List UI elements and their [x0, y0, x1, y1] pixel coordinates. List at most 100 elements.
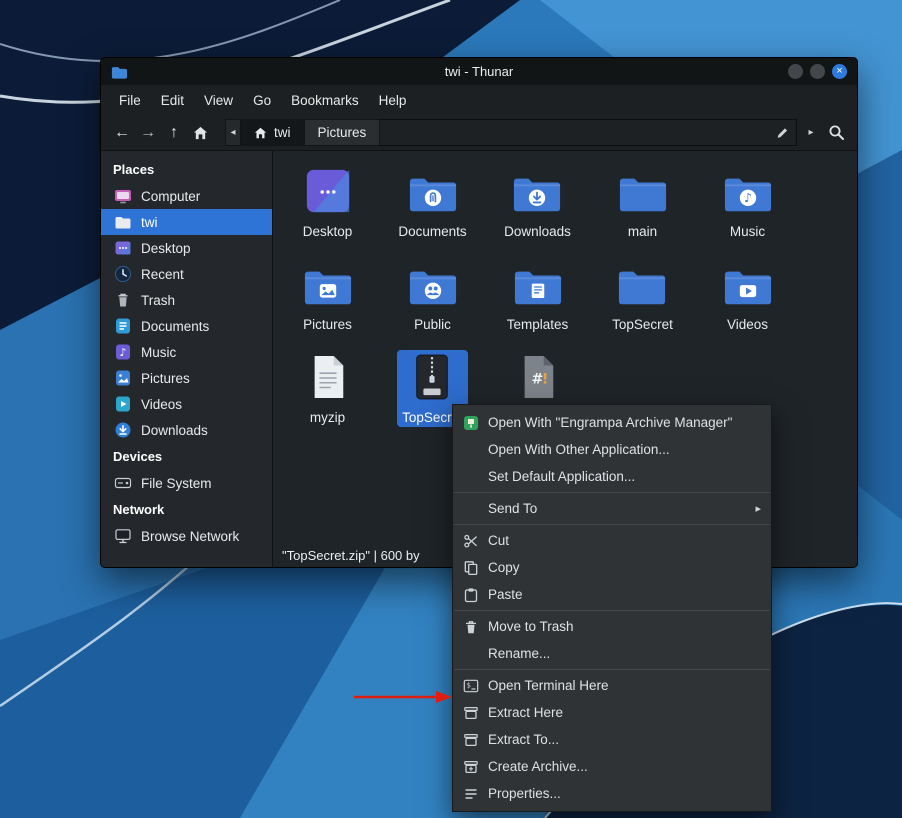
sidebar-item-twi[interactable]: twi: [101, 209, 272, 235]
file-label: Pictures: [303, 317, 352, 332]
sidebar-item-browse-network[interactable]: Browse Network: [101, 523, 272, 549]
breadcrumb-home[interactable]: twi: [241, 119, 305, 146]
text-file-icon: [307, 353, 349, 406]
context-item-move-to-trash[interactable]: Move to Trash: [453, 613, 771, 640]
sidebar-item-videos[interactable]: Videos: [101, 391, 272, 417]
sidebar-header-places: Places: [101, 156, 272, 183]
file-item-pictures[interactable]: Pictures: [275, 257, 380, 334]
file-item-downloads[interactable]: Downloads: [485, 164, 590, 241]
menubar: FileEditViewGoBookmarksHelp: [101, 85, 857, 115]
sidebar-item-label: Videos: [141, 397, 182, 412]
sidebar-item-label: File System: [141, 476, 212, 491]
back-button[interactable]: ←: [109, 119, 135, 147]
sidebar-item-label: Browse Network: [141, 529, 239, 544]
context-item-open-with-other-application[interactable]: Open With Other Application...: [453, 436, 771, 463]
context-item-extract-here[interactable]: Extract Here: [453, 699, 771, 726]
context-item-properties[interactable]: Properties...: [453, 780, 771, 807]
window-title: twi - Thunar: [101, 64, 857, 79]
context-item-paste[interactable]: Paste: [453, 581, 771, 608]
context-item-label: Paste: [488, 587, 523, 602]
folder-pictures-icon: [303, 266, 353, 313]
search-button[interactable]: [823, 119, 849, 147]
menu-help[interactable]: Help: [369, 85, 417, 115]
sidebar-item-trash[interactable]: Trash: [101, 287, 272, 313]
sidebar-item-music[interactable]: ♪Music: [101, 339, 272, 365]
sidebar-item-computer[interactable]: Computer: [101, 183, 272, 209]
context-item-rename[interactable]: Rename...: [453, 640, 771, 667]
computer-icon: [114, 187, 132, 205]
sidebar-item-desktop[interactable]: Desktop: [101, 235, 272, 261]
zip-file-icon: [411, 353, 453, 406]
sidebar-item-label: Computer: [141, 189, 200, 204]
maximize-button[interactable]: [810, 64, 825, 79]
forward-button[interactable]: →: [135, 119, 161, 147]
menu-bookmarks[interactable]: Bookmarks: [281, 85, 369, 115]
documents-place-icon: [114, 317, 132, 335]
context-item-open-with-engrampa-archive-manager[interactable]: Open With "Engrampa Archive Manager": [453, 409, 771, 436]
up-button[interactable]: ↑: [161, 119, 187, 147]
context-item-open-terminal-here[interactable]: $Open Terminal Here: [453, 672, 771, 699]
svg-text:!: !: [541, 372, 548, 388]
file-label: Documents: [398, 224, 466, 239]
submenu-arrow-icon: ▸: [755, 502, 761, 515]
folder-icon: [618, 173, 668, 220]
file-item-public[interactable]: Public: [380, 257, 485, 334]
close-button[interactable]: ×: [832, 64, 847, 79]
breadcrumb-scroll-right-icon[interactable]: ▸: [803, 119, 819, 146]
context-item-create-archive[interactable]: Create Archive...: [453, 753, 771, 780]
context-item-label: Set Default Application...: [488, 469, 635, 484]
menu-go[interactable]: Go: [243, 85, 281, 115]
file-item-videos[interactable]: Videos: [695, 257, 800, 334]
folder-documents-icon: [408, 173, 458, 220]
location-field[interactable]: [380, 119, 797, 146]
sidebar-item-documents[interactable]: Documents: [101, 313, 272, 339]
context-item-label: Open With "Engrampa Archive Manager": [488, 415, 732, 430]
titlebar[interactable]: twi - Thunar ×: [101, 58, 857, 85]
file-item-desktop[interactable]: Desktop: [275, 164, 380, 241]
file-item-music[interactable]: ♪Music: [695, 164, 800, 241]
properties-icon: [463, 786, 479, 802]
sidebar-item-label: Music: [141, 345, 176, 360]
home-button[interactable]: [187, 119, 213, 147]
file-item-myzip[interactable]: myzip: [275, 350, 380, 427]
context-item-send-to[interactable]: Send To▸: [453, 495, 771, 522]
network-icon: [114, 527, 132, 545]
menu-file[interactable]: File: [109, 85, 151, 115]
pictures-place-icon: [114, 369, 132, 387]
thunar-app-icon: [111, 65, 127, 79]
menu-view[interactable]: View: [194, 85, 243, 115]
context-item-extract-to[interactable]: Extract To...: [453, 726, 771, 753]
file-item-templates[interactable]: Templates: [485, 257, 590, 334]
sidebar-item-file-system[interactable]: File System: [101, 470, 272, 496]
context-item-label: Extract Here: [488, 705, 563, 720]
home-icon: [254, 127, 267, 139]
sidebar-item-downloads[interactable]: Downloads: [101, 417, 272, 443]
file-item-documents[interactable]: Documents: [380, 164, 485, 241]
folder-downloads-icon: [512, 173, 562, 220]
toolbar: ← → ↑ ◂ twi Pictures ▸: [101, 115, 857, 151]
context-item-label: Move to Trash: [488, 619, 574, 634]
menu-edit[interactable]: Edit: [151, 85, 194, 115]
search-icon: [828, 124, 845, 141]
cut-icon: [463, 533, 479, 549]
sidebar-item-recent[interactable]: Recent: [101, 261, 272, 287]
menu-separator: [454, 610, 770, 611]
svg-text:$: $: [467, 681, 471, 689]
context-item-label: Copy: [488, 560, 520, 575]
desktop-place-icon: [114, 239, 132, 257]
breadcrumb-scroll-left-icon[interactable]: ◂: [225, 119, 241, 146]
context-item-label: Cut: [488, 533, 509, 548]
menu-separator: [454, 669, 770, 670]
edit-location-icon: [775, 126, 789, 140]
sidebar-item-pictures[interactable]: Pictures: [101, 365, 272, 391]
file-item-topsecret[interactable]: TopSecret: [590, 257, 695, 334]
context-item-copy[interactable]: Copy: [453, 554, 771, 581]
copy-icon: [463, 560, 479, 576]
extract-icon: [463, 705, 479, 721]
menu-separator: [454, 524, 770, 525]
minimize-button[interactable]: [788, 64, 803, 79]
file-item-main[interactable]: main: [590, 164, 695, 241]
breadcrumb-pictures[interactable]: Pictures: [305, 119, 381, 146]
context-item-cut[interactable]: Cut: [453, 527, 771, 554]
context-item-set-default-application[interactable]: Set Default Application...: [453, 463, 771, 490]
